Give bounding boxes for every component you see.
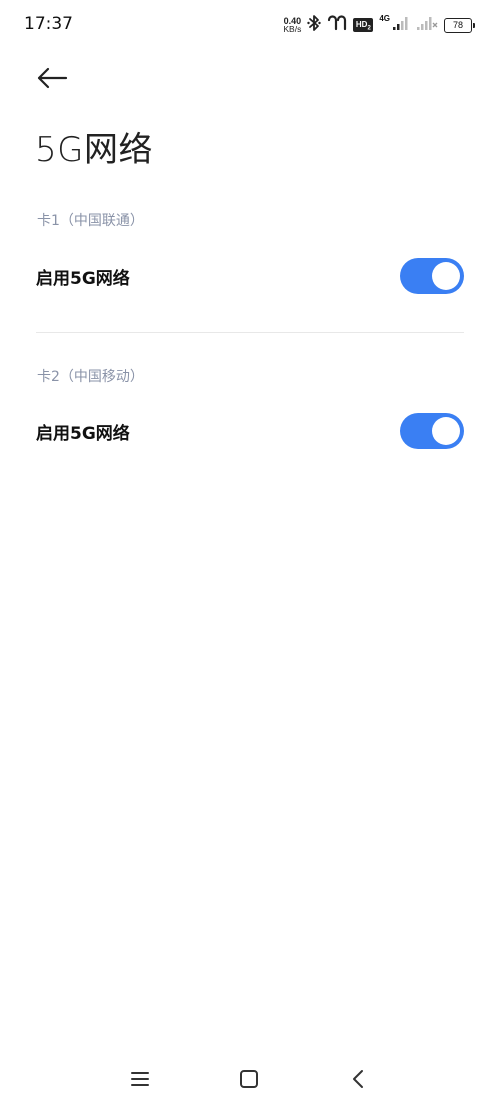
status-bar: 17:37 0.40 KB/s HD2 4G 78 — [0, 0, 500, 50]
home-icon — [239, 1069, 259, 1093]
battery-level: 78 — [452, 19, 463, 30]
hd-label: HD — [355, 20, 368, 29]
network-speed-unit: KB/s — [283, 24, 302, 34]
status-time: 17:37 — [24, 14, 73, 34]
back-icon — [351, 1069, 365, 1093]
hd-sub: 2 — [367, 25, 371, 32]
back-button[interactable] — [30, 60, 74, 100]
hd-voice-icon: HD2 — [353, 18, 374, 32]
signal-sim1-icon — [392, 15, 410, 35]
setting-label-sim2-5g: 启用5G网络 — [36, 423, 130, 444]
toggle-sim1-5g[interactable] — [400, 258, 464, 294]
menu-icon — [130, 1071, 150, 1091]
network-speed: 0.40 KB/s — [283, 17, 302, 34]
toggle-knob — [432, 262, 460, 290]
network-type: 4G — [379, 14, 390, 23]
toggle-sim2-5g[interactable] — [400, 413, 464, 449]
setting-label-sim1-5g: 启用5G网络 — [36, 268, 130, 289]
battery-icon: 78 — [444, 17, 475, 33]
status-icons: 0.40 KB/s HD2 4G 78 — [283, 13, 475, 37]
setting-row-sim1-5g: 启用5G网络 — [36, 253, 464, 299]
signal-sim2-icon — [416, 15, 438, 35]
section-header-sim1: 卡1（中国联通） — [37, 213, 144, 229]
navigation-bar — [0, 1051, 500, 1111]
earbuds-icon — [327, 14, 347, 36]
nav-home-button[interactable] — [229, 1061, 269, 1101]
bluetooth-icon — [307, 14, 322, 36]
arrow-left-icon — [36, 67, 68, 93]
nav-menu-button[interactable] — [120, 1061, 160, 1101]
section-header-sim2: 卡2（中国移动） — [37, 369, 144, 385]
section-divider — [36, 332, 464, 333]
nav-back-button[interactable] — [338, 1061, 378, 1101]
setting-row-sim2-5g: 启用5G网络 — [36, 408, 464, 454]
page-title: 5G网络 — [35, 130, 153, 170]
toggle-knob — [432, 417, 460, 445]
